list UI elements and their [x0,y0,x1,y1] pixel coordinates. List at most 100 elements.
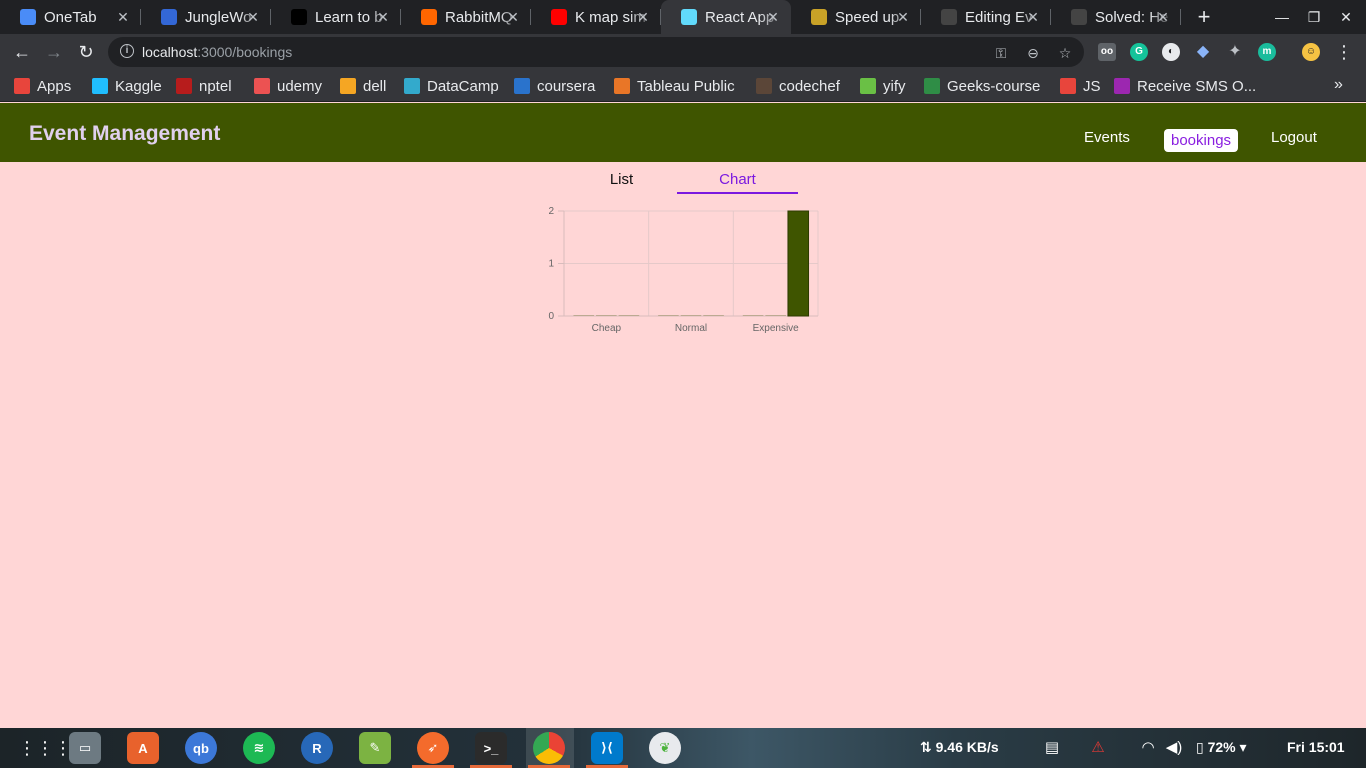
bookmark-js[interactable]: JS [1060,76,1101,96]
apps-grid-icon [14,78,30,94]
extension-gem-icon[interactable]: ◆ [1194,43,1212,61]
jungle-icon [161,9,177,25]
tab-list[interactable]: List [566,166,677,194]
new-tab-button[interactable]: + [1192,5,1216,29]
browser-toolbar: ← → ↻ i localhost:3000/bookings ⚿ ⊖ ☆ oo… [0,34,1366,70]
notes-icon[interactable]: ▤ [1042,738,1062,758]
nptel-icon [176,78,192,94]
close-window-icon[interactable]: ✕ [1334,5,1358,29]
bookmark-tableau[interactable]: Tableau Public [614,76,735,96]
grammarly-icon[interactable]: G [1130,43,1148,61]
nav-logout-link[interactable]: Logout [1271,129,1317,146]
vscode-icon[interactable]: ⟩⟨ [591,732,623,764]
bookmark-coursera[interactable]: coursera [514,76,595,96]
extension-m-icon[interactable]: m [1258,43,1276,61]
bookmark-sms[interactable]: Receive SMS O... [1114,76,1256,96]
tab-chart[interactable]: Chart [677,166,798,194]
close-tab-icon[interactable]: ✕ [895,9,911,25]
text-editor-icon[interactable]: ✎ [359,732,391,764]
extension-circle-icon[interactable]: ◐ [1162,43,1180,61]
net-speed-value: 9.46 KB/s [935,739,999,755]
bookmark-geeks[interactable]: Geeks-course [924,76,1040,96]
chrome-menu-icon[interactable]: ⋮ [1332,40,1356,64]
browser-tab[interactable]: Editing Ev ✕ [921,0,1051,34]
browser-tab[interactable]: RabbitMQ ✕ [401,0,531,34]
url-text[interactable]: localhost:3000/bookings [142,44,292,60]
spotify-icon[interactable]: ≋ [243,732,275,764]
software-store-icon[interactable]: A [127,732,159,764]
file-manager-icon[interactable]: ▭ [69,732,101,764]
bookmark-yify[interactable]: yify [860,76,906,96]
datacamp-icon [404,78,420,94]
clock[interactable]: Fri 15:01 [1287,739,1345,755]
geeks-icon [924,78,940,94]
nav-events-link[interactable]: Events [1084,129,1130,146]
gem-icon [20,9,36,25]
bar [573,315,595,316]
battery-indicator[interactable]: ▯ 72% ▾ [1196,739,1247,756]
close-tab-icon[interactable]: ✕ [245,9,261,25]
bookmark-label: Geeks-course [947,77,1041,95]
site-info-icon[interactable]: i [120,44,134,58]
github-icon [1071,9,1087,25]
mongodb-compass-icon[interactable]: ❦ [649,732,681,764]
chrome-icon[interactable] [533,732,565,764]
browser-tab[interactable]: OneTab ✕ [0,0,141,34]
bookmark-apps-grid[interactable]: Apps [14,76,71,96]
browser-tab[interactable]: React App ✕ [661,0,791,34]
profile-avatar-icon[interactable]: ☺ [1302,43,1320,61]
app-header: Event Management Events bookings Logout [0,103,1366,162]
net-speed-indicator: ⇅ 9.46 KB/s [920,739,999,755]
bookmark-codechef[interactable]: codechef [756,76,840,96]
udemy-icon [254,78,270,94]
app-grid-icon[interactable]: ⋮⋮⋮ [18,738,72,758]
extension-glasses-icon[interactable]: oo [1098,43,1116,61]
close-tab-icon[interactable]: ✕ [1025,9,1041,25]
browser-tab[interactable]: Learn to b ✕ [271,0,401,34]
back-icon[interactable]: ← [10,40,34,64]
medium-icon [291,9,307,25]
qbittorrent-icon[interactable]: qb [185,732,217,764]
close-tab-icon[interactable]: ✕ [505,9,521,25]
url-host: localhost [142,44,198,60]
bookmark-star-icon[interactable]: ☆ [1056,44,1074,62]
bookmark-nptel[interactable]: nptel [176,76,232,96]
bookmark-label: dell [363,77,387,95]
close-tab-icon[interactable]: ✕ [635,9,651,25]
bookmark-label: DataCamp [427,77,499,95]
browser-tab[interactable]: JungleWo ✕ [141,0,271,34]
battery-value: 72% [1207,739,1236,755]
zoom-icon[interactable]: ⊖ [1024,44,1042,62]
restore-icon[interactable]: ❐ [1302,5,1326,29]
close-tab-icon[interactable]: ✕ [765,9,781,25]
close-tab-icon[interactable]: ✕ [375,9,391,25]
bookmark-kaggle[interactable]: Kaggle [92,76,162,96]
coursera-icon [514,78,530,94]
bookmark-udemy[interactable]: udemy [254,76,322,96]
close-tab-icon[interactable]: ✕ [1155,9,1171,25]
wifi-icon[interactable]: ◠ [1138,738,1158,758]
bookmark-label: Kaggle [115,77,162,95]
nav-bookings-link[interactable]: bookings [1164,129,1239,152]
bookmark-datacamp[interactable]: DataCamp [404,76,499,96]
browser-tab-title: OneTab [44,8,97,26]
key-icon[interactable]: ⚿ [992,44,1010,62]
bookmarks-overflow-icon[interactable]: » [1334,76,1343,94]
wizard-icon [811,9,827,25]
browser-tab[interactable]: Solved: He ✕ [1051,0,1181,34]
address-bar[interactable]: i localhost:3000/bookings ⚿ ⊖ ☆ [108,37,1084,67]
browser-tab[interactable]: Speed up ✕ [791,0,921,34]
close-tab-icon[interactable]: ✕ [115,9,131,25]
browser-tab[interactable]: K map sim ✕ [531,0,661,34]
warning-icon[interactable]: ⚠ [1088,738,1108,758]
rstudio-icon[interactable]: R [301,732,333,764]
volume-icon[interactable]: ◀) [1164,738,1184,758]
postman-icon[interactable]: ➶ [417,732,449,764]
tableau-icon [614,78,630,94]
extension-puzzle-icon[interactable]: ✦ [1226,43,1244,61]
forward-icon[interactable]: → [42,40,66,64]
terminal-icon[interactable]: >_ [475,732,507,764]
reload-icon[interactable]: ↻ [74,40,98,64]
bookmark-dell[interactable]: dell [340,76,386,96]
minimize-icon[interactable]: — [1270,5,1294,29]
